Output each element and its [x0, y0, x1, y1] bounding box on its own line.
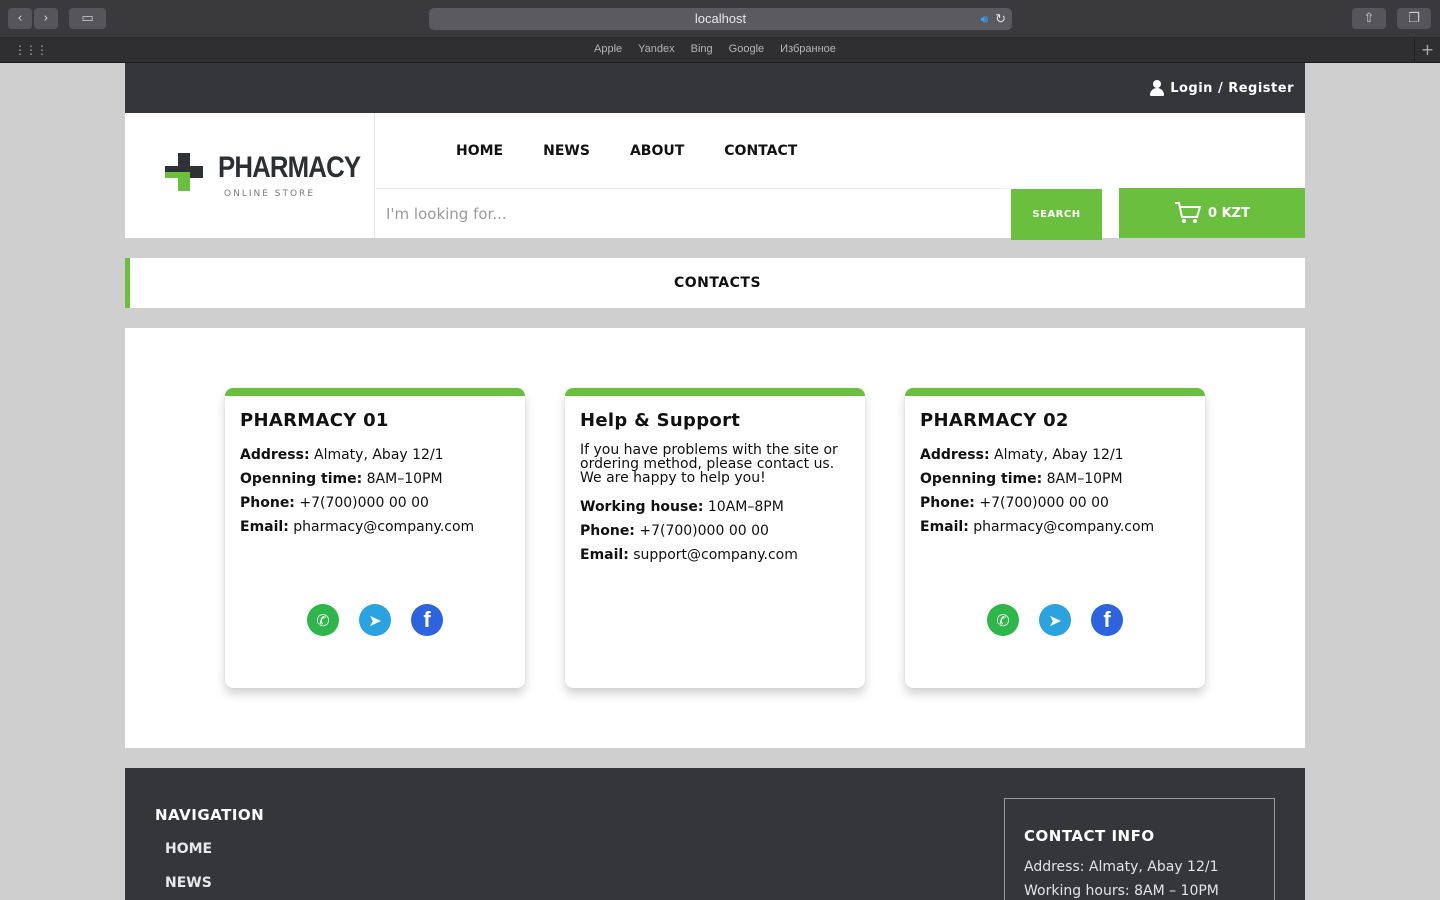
footer-contact-address: Address: Almaty, Abay 12/1 [1024, 859, 1219, 875]
social-links: ✆ ➤ f [987, 604, 1123, 636]
card-row: Address: Almaty, Abay 12/1 [920, 447, 1124, 463]
card-row: Phone: +7(700)000 00 00 [920, 495, 1109, 511]
footer-link-news[interactable]: NEWS [165, 875, 212, 891]
card-row: Email: support@company.com [580, 547, 798, 563]
card-row: Phone: +7(700)000 00 00 [240, 495, 429, 511]
main-nav: HOME NEWS ABOUT CONTACT [456, 143, 797, 159]
pharmacy-cross-icon [165, 153, 203, 191]
reload-icon[interactable]: ↻ [995, 8, 1006, 30]
favorite-link[interactable]: Yandex [638, 43, 675, 55]
card-row: Email: pharmacy@company.com [920, 519, 1155, 535]
page-title: CONTACTS [125, 258, 1305, 308]
site-footer: NAVIGATION HOME NEWS CONTACT INFO Addres… [125, 768, 1305, 900]
facebook-icon[interactable]: f [411, 604, 443, 636]
search-button[interactable]: SEARCH [1011, 189, 1102, 240]
whatsapp-icon[interactable]: ✆ [987, 604, 1019, 636]
cart-total: 0 KZT [1208, 205, 1250, 221]
nav-home[interactable]: HOME [456, 143, 503, 159]
sidebar-toggle-icon[interactable]: ▭ [69, 8, 106, 29]
favorites-bar: ⋮⋮⋮ Apple Yandex Bing Google Избранное + [0, 38, 1440, 63]
logo-name: PHARMACY [218, 151, 361, 184]
telegram-icon[interactable]: ➤ [1039, 604, 1071, 636]
footer-link-home[interactable]: HOME [165, 841, 212, 857]
contact-card-support: Help & Support If you have problems with… [565, 388, 865, 688]
login-register-link[interactable]: Login / Register [1150, 80, 1294, 96]
grid-icon[interactable]: ⋮⋮⋮ [14, 43, 48, 57]
contact-card-pharmacy-02: PHARMACY 02 Address: Almaty, Abay 12/1 O… [905, 388, 1205, 688]
card-title: PHARMACY 02 [920, 410, 1069, 431]
favorite-link[interactable]: Избранное [780, 43, 836, 55]
tabs-icon[interactable]: ❐ [1397, 8, 1431, 29]
card-row: Phone: +7(700)000 00 00 [580, 523, 769, 539]
top-bar: Login / Register [125, 63, 1305, 113]
card-row: Openning time: 8AM–10PM [920, 471, 1123, 487]
footer-nav-title: NAVIGATION [155, 806, 265, 824]
nav-about[interactable]: ABOUT [630, 143, 684, 159]
favorite-link[interactable]: Google [729, 43, 764, 55]
share-icon[interactable]: ⇧ [1352, 8, 1386, 29]
cart-button[interactable]: 0 KZT [1119, 188, 1305, 238]
speaker-icon[interactable]: 🔊︎ [980, 8, 988, 30]
search-input[interactable] [376, 188, 1007, 238]
card-row: Address: Almaty, Abay 12/1 [240, 447, 444, 463]
telegram-icon[interactable]: ➤ [359, 604, 391, 636]
login-label: Login / Register [1170, 80, 1294, 96]
facebook-icon[interactable]: f [1091, 604, 1123, 636]
forward-icon[interactable]: › [34, 8, 58, 29]
card-row: Email: pharmacy@company.com [240, 519, 475, 535]
footer-contact-hours: Working hours: 8AM – 10PM [1024, 883, 1219, 899]
cart-icon [1175, 202, 1202, 223]
user-icon [1150, 80, 1165, 96]
new-tab-icon[interactable]: + [1414, 38, 1440, 63]
logo[interactable]: PHARMACY ONLINE STORE [125, 113, 375, 238]
site-container: Login / Register PHARMACY ONLINE STORE H… [125, 63, 1305, 900]
contact-card-pharmacy-01: PHARMACY 01 Address: Almaty, Abay 12/1 O… [225, 388, 525, 688]
address-bar[interactable]: localhost 🔊︎ ↻ [429, 8, 1012, 30]
logo-subtitle: ONLINE STORE [224, 189, 315, 199]
card-description: If you have problems with the site or or… [580, 442, 838, 486]
back-icon[interactable]: ‹ [8, 8, 32, 29]
browser-toolbar: ‹ › ▭ localhost 🔊︎ ↻ ⇧ ❐ [0, 0, 1440, 38]
footer-contact-info: CONTACT INFO Address: Almaty, Abay 12/1 … [1004, 798, 1275, 900]
nav-news[interactable]: NEWS [543, 143, 590, 159]
card-row: Working house: 10AM–8PM [580, 499, 784, 515]
social-links: ✆ ➤ f [307, 604, 443, 636]
url-text: localhost [694, 11, 747, 26]
favorite-link[interactable]: Bing [691, 43, 713, 55]
card-title: Help & Support [580, 410, 741, 431]
card-title: PHARMACY 01 [240, 410, 389, 431]
card-row: Openning time: 8AM–10PM [240, 471, 443, 487]
contacts-section: PHARMACY 01 Address: Almaty, Abay 12/1 O… [125, 328, 1305, 748]
site-header: PHARMACY ONLINE STORE HOME NEWS ABOUT CO… [125, 113, 1305, 240]
nav-contact[interactable]: CONTACT [724, 143, 797, 159]
whatsapp-icon[interactable]: ✆ [307, 604, 339, 636]
footer-contact-title: CONTACT INFO [1024, 827, 1155, 845]
favorite-link[interactable]: Apple [594, 43, 622, 55]
